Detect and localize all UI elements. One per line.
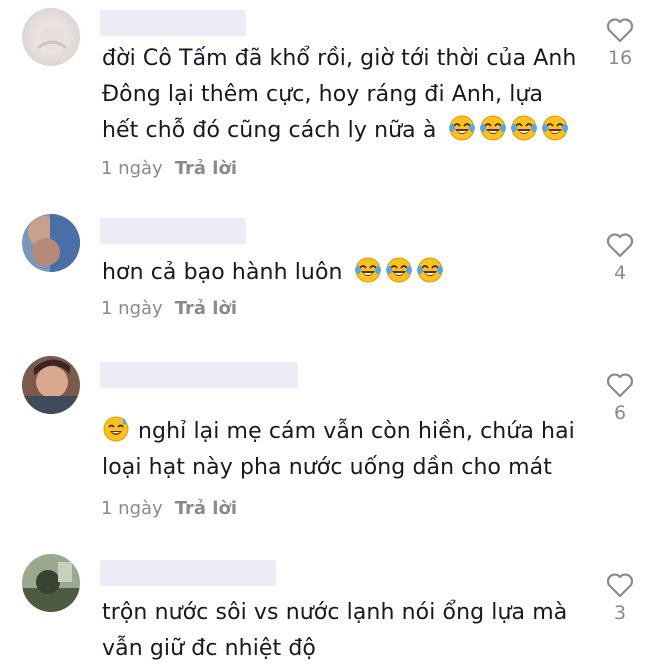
comment-item: trộn nước sôi vs nước lạnh nói ổng lựa m… [0,540,660,668]
comment-item: hơn cả bạo hành luôn 1 ngày Trả lời 4 [0,200,660,340]
avatar[interactable] [22,8,80,66]
username-redacted[interactable] [100,10,246,36]
comment-text: trộn nước sôi vs nước lạnh nói ổng lựa m… [102,595,582,667]
like-count: 16 [607,47,633,69]
like-count: 4 [613,262,627,284]
like-button[interactable]: 16 [600,17,640,69]
comment-text: nghỉ lại mẹ cám vẫn còn hiền, chứa hai l… [102,414,582,486]
comment-text-content: hơn cả bạo hành luôn [102,260,343,285]
avatar[interactable] [22,214,80,272]
like-count: 6 [613,402,627,424]
comment-text: đời Cô Tấm đã khổ rồi, giờ tới thời của … [102,41,582,149]
heart-outline-icon [606,573,634,598]
laughing-tears-emoji [541,114,569,142]
reply-button[interactable]: Trả lời [175,498,237,519]
avatar[interactable] [22,554,80,612]
heart-outline-icon [606,233,634,258]
laughing-tears-emoji [416,256,444,284]
like-count: 3 [613,602,627,624]
reply-button[interactable]: Trả lời [175,158,237,179]
comment-meta: 1 ngày Trả lời [101,298,237,319]
laughing-tears-emoji [385,256,413,284]
laughing-tears-emoji [479,114,507,142]
comment-time: 1 ngày [101,298,163,319]
heart-outline-icon [606,18,634,43]
comment-text-content: trộn nước sôi vs nước lạnh nói ổng lựa m… [102,600,568,661]
comment-time: 1 ngày [101,158,163,179]
comment-text-content: nghỉ lại mẹ cám vẫn còn hiền, chứa hai l… [102,419,575,480]
username-redacted[interactable] [100,218,246,244]
comment-time: 1 ngày [101,498,163,519]
laughing-tears-emoji [510,114,538,142]
comment-meta: 1 ngày Trả lời [101,158,237,179]
sweat-smile-emoji [102,415,130,443]
like-button[interactable]: 4 [600,232,640,284]
reply-button[interactable]: Trả lời [175,298,237,319]
comment-text: hơn cả bạo hành luôn [102,255,582,291]
laughing-tears-emoji [448,114,476,142]
like-button[interactable]: 6 [600,372,640,424]
heart-outline-icon [606,373,634,398]
laughing-tears-emoji [354,256,382,284]
comment-item: nghỉ lại mẹ cám vẫn còn hiền, chứa hai l… [0,340,660,540]
username-redacted[interactable] [100,560,276,586]
avatar[interactable] [22,356,80,414]
username-redacted[interactable] [100,362,298,388]
comment-item: đời Cô Tấm đã khổ rồi, giờ tới thời của … [0,0,660,200]
comment-meta: 1 ngày Trả lời [101,498,237,519]
like-button[interactable]: 3 [600,572,640,624]
